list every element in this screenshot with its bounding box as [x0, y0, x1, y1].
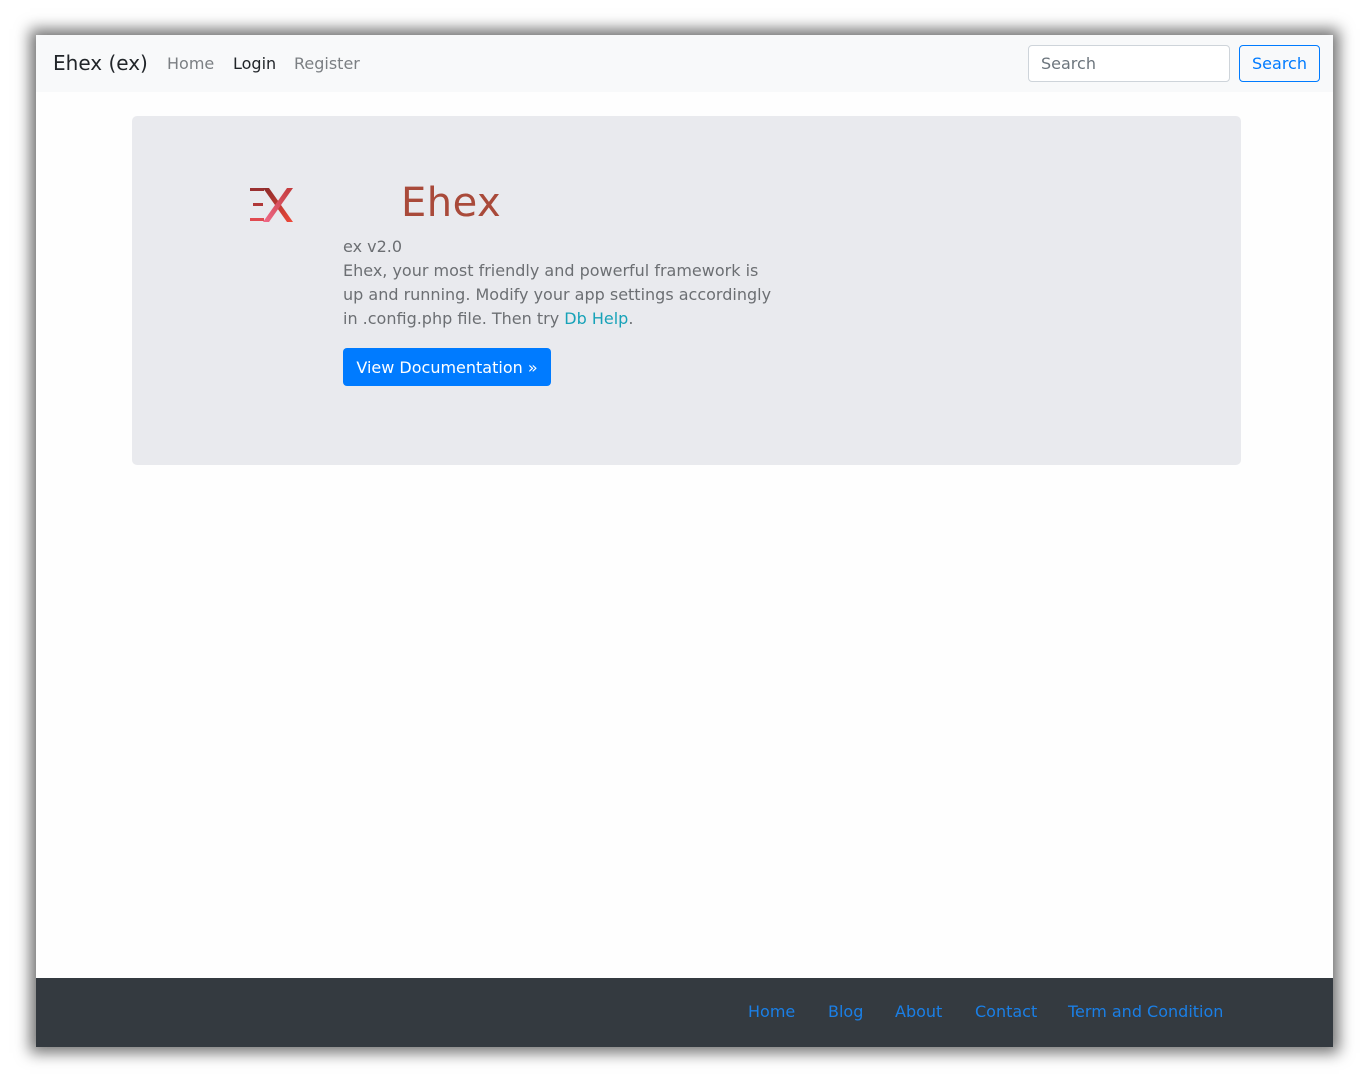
- description-text: Ehex, your most friendly and powerful fr…: [343, 261, 772, 328]
- footer-link-contact[interactable]: Contact: [975, 1002, 1037, 1022]
- version-label: ex v2.0: [343, 237, 403, 256]
- view-documentation-button[interactable]: View Documentation »: [343, 348, 551, 386]
- browser-viewport: Ehex (ex) Home Login Register Search Ehe…: [36, 35, 1333, 1047]
- db-help-link[interactable]: Db Help: [564, 309, 628, 328]
- footer-link-blog[interactable]: Blog: [828, 1002, 863, 1022]
- nav-link-login[interactable]: Login: [233, 54, 276, 74]
- hero-description: Ehex, your most friendly and powerful fr…: [343, 259, 783, 331]
- hero-title: Ehex: [401, 180, 502, 226]
- search-button[interactable]: Search: [1239, 45, 1320, 82]
- description-end: .: [628, 309, 634, 328]
- footer-link-terms[interactable]: Term and Condition: [1068, 1002, 1223, 1022]
- nav-link-register[interactable]: Register: [294, 54, 360, 74]
- top-navbar: Ehex (ex) Home Login Register Search: [36, 35, 1333, 92]
- nav-link-home[interactable]: Home: [167, 54, 214, 74]
- ex-logo-icon: [250, 188, 293, 222]
- footer: Home Blog About Contact Term and Conditi…: [36, 978, 1333, 1047]
- search-input[interactable]: [1028, 45, 1230, 82]
- hero-text: ex v2.0 Ehex, your most friendly and pow…: [343, 235, 783, 331]
- footer-link-home[interactable]: Home: [748, 1002, 795, 1022]
- footer-link-about[interactable]: About: [895, 1002, 942, 1022]
- navbar-brand[interactable]: Ehex (ex): [53, 51, 148, 75]
